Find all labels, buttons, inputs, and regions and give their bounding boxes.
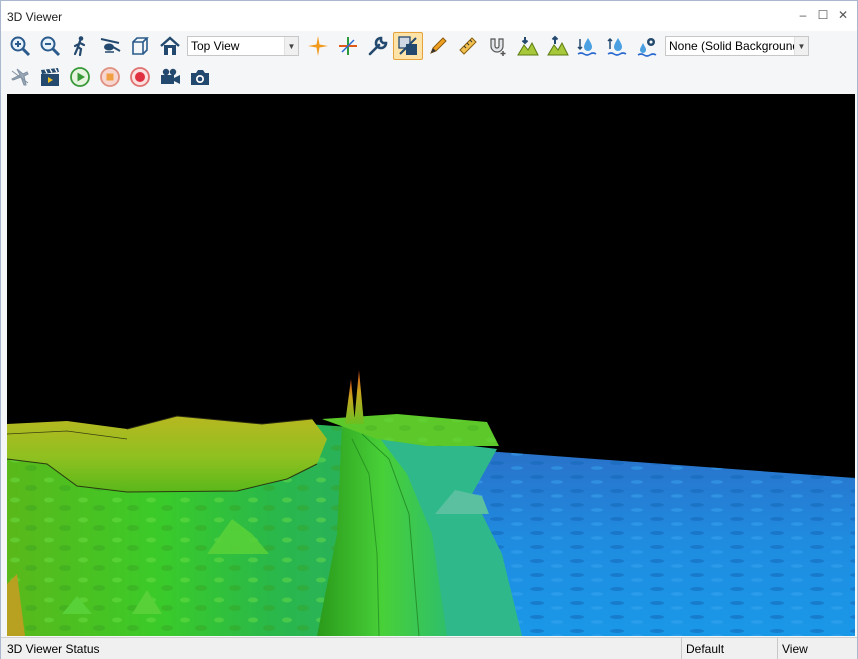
status-default: Default [681, 638, 777, 659]
record-video-button[interactable] [155, 63, 185, 91]
water-settings-button[interactable] [633, 32, 663, 60]
lower-water-button[interactable] [573, 32, 603, 60]
settings-button[interactable] [363, 32, 393, 60]
screenshot-button[interactable] [185, 63, 215, 91]
stop-icon [100, 67, 120, 87]
star-crosshair-icon [308, 36, 328, 56]
play-button[interactable] [65, 63, 95, 91]
create-animation-button[interactable] [35, 63, 65, 91]
water-level-down-icon [577, 38, 597, 56]
animation-toolbar [5, 62, 855, 92]
minimize-button[interactable]: – [795, 7, 811, 23]
record-button[interactable] [125, 63, 155, 91]
zoom-in-button[interactable] [5, 32, 35, 60]
cube-icon [132, 37, 149, 55]
3d-viewer-window: 3D Viewer – ☐ ✕ Top View ▼ None (Solid B… [0, 0, 858, 659]
ruler-icon [459, 37, 477, 55]
home-view-button[interactable] [155, 32, 185, 60]
pencil-icon [430, 37, 447, 54]
airplane-disabled-icon [11, 68, 29, 86]
axis-cursor-button[interactable] [333, 32, 363, 60]
walk-mode-button[interactable] [65, 32, 95, 60]
center-point-button[interactable] [303, 32, 333, 60]
play-icon [70, 67, 90, 87]
fly-mode-button[interactable] [95, 32, 125, 60]
record-icon [130, 67, 150, 87]
helicopter-icon [100, 38, 121, 53]
terrain-down-icon [517, 37, 539, 56]
title-bar: 3D Viewer – ☐ ✕ [1, 1, 857, 31]
snap-button[interactable] [483, 32, 513, 60]
water-level-up-icon [607, 37, 627, 56]
zoom-out-icon [40, 36, 61, 57]
status-bar: 3D Viewer Status Default View [1, 637, 857, 659]
maximize-button[interactable]: ☐ [815, 7, 831, 23]
lower-terrain-button[interactable] [513, 32, 543, 60]
terrain-up-icon [547, 35, 569, 56]
close-button[interactable]: ✕ [835, 7, 851, 23]
water-gear-icon [637, 38, 657, 57]
walking-person-icon [73, 36, 86, 57]
home-icon [160, 36, 180, 55]
magnet-icon [490, 38, 506, 56]
draw-button[interactable] [423, 32, 453, 60]
measure-button[interactable] [453, 32, 483, 60]
layer-draping-button[interactable] [393, 32, 423, 60]
raise-terrain-button[interactable] [543, 32, 573, 60]
wrench-icon [368, 36, 388, 56]
status-mode: View [777, 638, 857, 659]
background-value: None (Solid Background [669, 39, 794, 53]
zoom-out-button[interactable] [35, 32, 65, 60]
stop-button[interactable] [95, 63, 125, 91]
view-preset-value: Top View [191, 39, 240, 53]
background-select[interactable]: None (Solid Background ▼ [665, 36, 809, 56]
camera-icon [191, 70, 209, 85]
terrain-render [7, 370, 855, 636]
view-preset-select[interactable]: Top View ▼ [187, 36, 299, 56]
3d-viewport[interactable] [7, 94, 855, 636]
fly-path-button[interactable] [5, 63, 35, 91]
axis-crosshair-icon [339, 37, 357, 55]
video-camera-icon [161, 68, 180, 84]
clapperboard-icon [41, 68, 59, 86]
main-toolbar: Top View ▼ None (Solid Background ▼ [5, 31, 855, 61]
chevron-down-icon[interactable]: ▼ [794, 37, 808, 55]
bounding-box-button[interactable] [125, 32, 155, 60]
status-text: 3D Viewer Status [7, 642, 100, 656]
window-controls: – ☐ ✕ [795, 7, 851, 23]
raise-water-button[interactable] [603, 32, 633, 60]
zoom-in-icon [10, 36, 31, 57]
chevron-down-icon[interactable]: ▼ [284, 37, 298, 55]
layer-draping-icon [398, 36, 417, 55]
window-title: 3D Viewer [7, 10, 63, 24]
